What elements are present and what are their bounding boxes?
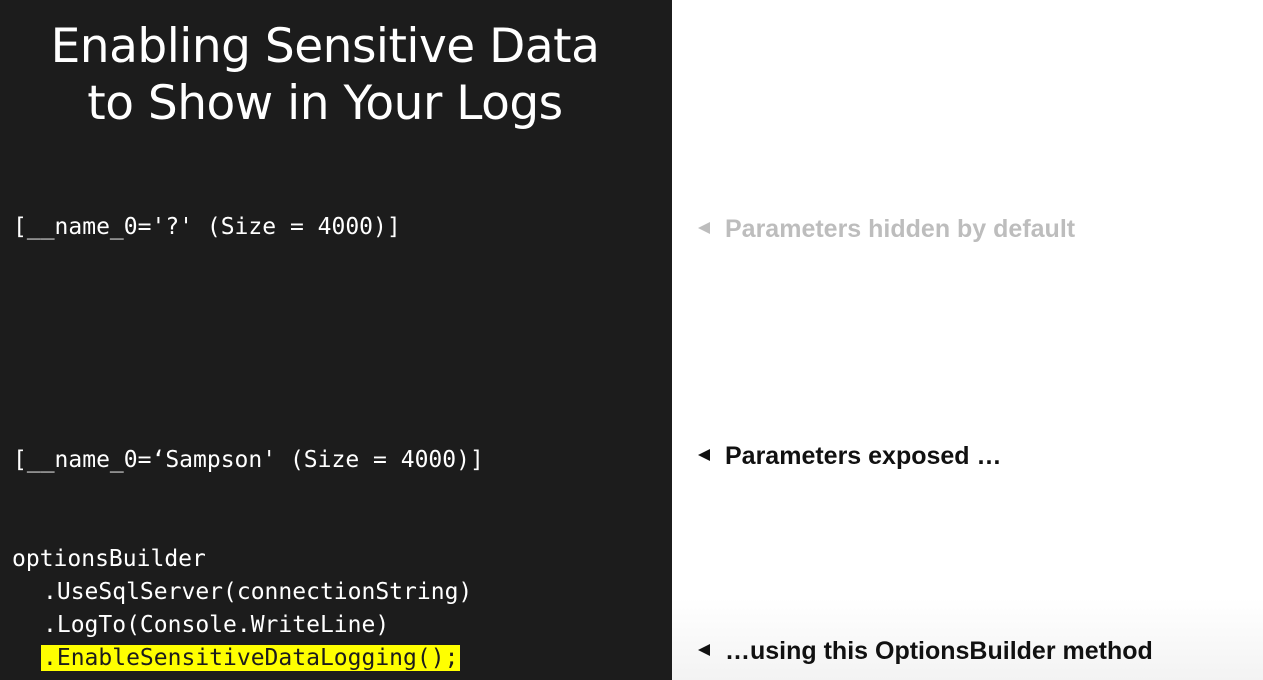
left-triangle-icon xyxy=(698,449,710,461)
notes-panel xyxy=(672,0,1263,680)
note-params-hidden-text: Parameters hidden by default xyxy=(725,215,1076,243)
note-options-builder-method-text: …using this OptionsBuilder method xyxy=(725,637,1153,665)
exposed-params-text: [__name_0=‘Sampson' (Size = 4000)] xyxy=(13,447,484,473)
left-triangle-icon xyxy=(698,644,710,656)
left-triangle-icon xyxy=(698,222,710,234)
code-line-options-builder: optionsBuilder xyxy=(12,546,206,572)
slide-title-line-1: Enabling Sensitive Data xyxy=(50,19,600,74)
code-line-enable-sensitive-data-logging: .EnableSensitiveDataLogging(); xyxy=(12,642,472,675)
note-options-builder-method: …using this OptionsBuilder method xyxy=(698,635,1153,667)
slide-title: Enabling Sensitive Data to Show in Your … xyxy=(0,18,650,132)
note-params-hidden: Parameters hidden by default xyxy=(698,213,1075,245)
note-params-exposed-text: Parameters exposed … xyxy=(725,442,1002,470)
code-line-use-sql-server: .UseSqlServer(connectionString) xyxy=(43,579,473,605)
hidden-params-log: [__name_0='?' (Size = 4000)] xyxy=(13,211,401,244)
exposed-params-log: [__name_0=‘Sampson' (Size = 4000)] xyxy=(13,444,484,477)
highlighted-method: .EnableSensitiveDataLogging(); xyxy=(41,645,461,671)
code-panel: Enabling Sensitive Data to Show in Your … xyxy=(0,0,672,680)
note-params-exposed: Parameters exposed … xyxy=(698,440,1002,472)
hidden-params-text: [__name_0='?' (Size = 4000)] xyxy=(13,214,401,240)
code-line-log-to: .LogTo(Console.WriteLine) xyxy=(43,612,390,638)
options-builder-code: optionsBuilder .UseSqlServer(connectionSt… xyxy=(12,543,472,675)
slide-title-line-2: to Show in Your Logs xyxy=(87,76,563,131)
